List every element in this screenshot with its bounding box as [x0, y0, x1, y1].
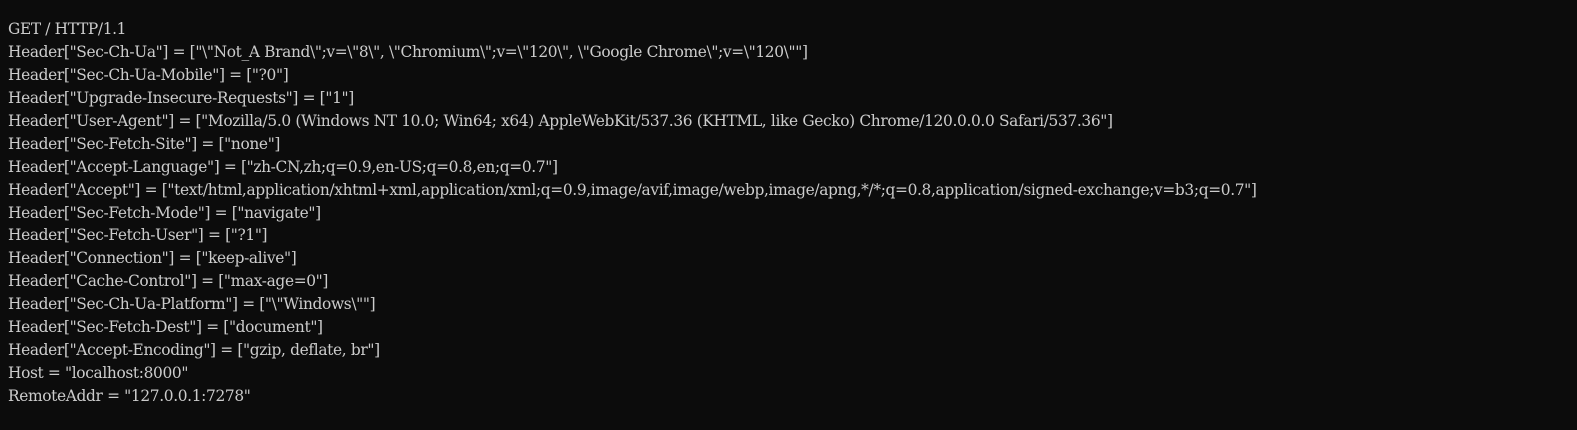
header-accept-language: Header["Accept-Language"] = ["zh-CN,zh;q… — [8, 157, 558, 176]
header-accept: Header["Accept"] = ["text/html,applicati… — [8, 180, 1257, 199]
header-connection: Header["Connection"] = ["keep-alive"] — [8, 249, 297, 268]
header-user-agent: Header["User-Agent"] = ["Mozilla/5.0 (Wi… — [8, 111, 1113, 130]
header-sec-fetch-user: Header["Sec-Fetch-User"] = ["?1"] — [8, 226, 268, 245]
header-sec-ch-ua-platform: Header["Sec-Ch-Ua-Platform"] = ["\"Windo… — [8, 295, 376, 314]
header-sec-ch-ua: Header["Sec-Ch-Ua"] = ["\"Not_A Brand\";… — [8, 42, 808, 61]
host-line: Host = "localhost:8000" — [8, 364, 189, 383]
header-sec-fetch-site: Header["Sec-Fetch-Site"] = ["none"] — [8, 134, 281, 153]
remote-addr-line: RemoteAddr = "127.0.0.1:7278" — [8, 387, 251, 405]
header-sec-fetch-dest: Header["Sec-Fetch-Dest"] = ["document"] — [8, 318, 323, 337]
terminal-window[interactable]: GET / HTTP/1.1 Header["Sec-Ch-Ua"] = ["\… — [0, 0, 1577, 430]
header-upgrade-insecure-requests: Header["Upgrade-Insecure-Requests"] = ["… — [8, 88, 354, 107]
header-cache-control: Header["Cache-Control"] = ["max-age=0"] — [8, 272, 329, 291]
header-sec-ch-ua-mobile: Header["Sec-Ch-Ua-Mobile"] = ["?0"] — [8, 65, 289, 84]
request-line: GET / HTTP/1.1 — [8, 20, 127, 38]
header-sec-fetch-mode: Header["Sec-Fetch-Mode"] = ["navigate"] — [8, 203, 321, 222]
header-accept-encoding: Header["Accept-Encoding"] = ["gzip, defl… — [8, 341, 380, 360]
